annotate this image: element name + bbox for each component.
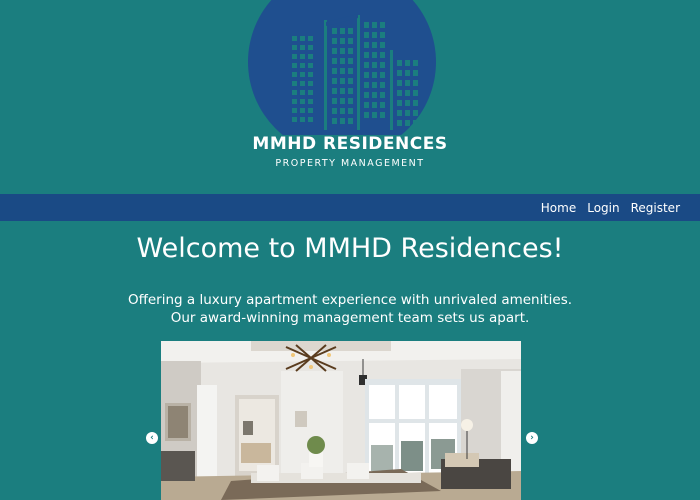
apartment-interior-image [161,341,521,500]
carousel-next-button[interactable]: › [526,432,538,444]
brand-tagline: PROPERTY MANAGEMENT [275,158,425,169]
intro-line-1: Offering a luxury apartment experience w… [127,292,573,308]
top-navbar: Home Login Register [0,194,700,221]
image-carousel[interactable] [161,341,521,500]
site-header: MMHD RESIDENCES PROPERTY MANAGEMENT [0,0,700,194]
nav-link-home[interactable]: Home [541,201,576,215]
nav-link-login[interactable]: Login [587,201,619,215]
intro-text: Offering a luxury apartment experience w… [0,291,700,327]
carousel-prev-button[interactable]: ‹ [146,432,158,444]
nav-links: Home Login Register [541,194,680,221]
brand-name: MMHD RESIDENCES [252,134,448,154]
intro-line-2: Our award-winning management team sets u… [170,310,530,326]
page-title: Welcome to MMHD Residences! [136,233,564,264]
chevron-left-icon: ‹ [150,433,154,443]
nav-link-register[interactable]: Register [631,201,680,215]
chevron-right-icon: › [530,433,534,443]
